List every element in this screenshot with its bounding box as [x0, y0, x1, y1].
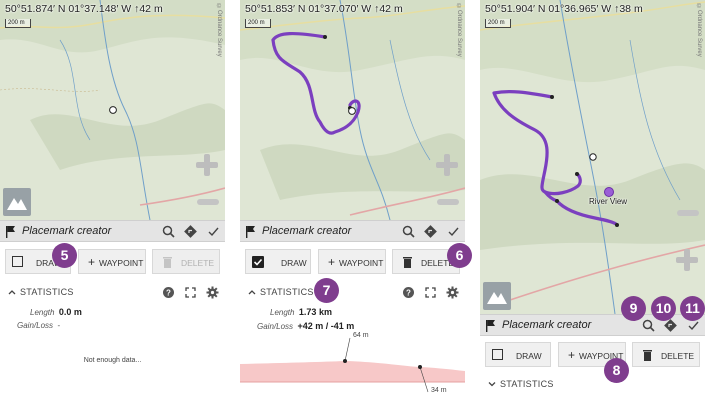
screen-1: 50°51.874′ N 01°37.148′ W ↑42 m 200 m ©O… [0, 0, 225, 400]
flag-icon [486, 320, 495, 332]
statistics-label: STATISTICS [260, 287, 314, 297]
toolbar-title: Placemark creator [262, 225, 352, 237]
zoom-in-icon[interactable] [195, 153, 219, 177]
elevation-max-label: 64 m [353, 332, 369, 339]
scale-bar: 200 m [5, 19, 31, 28]
toolbar-title: Placemark creator [502, 319, 592, 331]
svg-text:?: ? [166, 289, 171, 298]
chevron-down-icon[interactable] [487, 379, 497, 389]
gainloss-stat: Gain/Loss - [17, 321, 61, 330]
gainloss-stat: Gain/Loss +42 m / -41 m [257, 321, 355, 331]
scale-bar: 200 m [245, 19, 271, 28]
map-view[interactable]: 50°51.904′ N 01°36.965′ W ↑38 m 200 m ©O… [480, 0, 705, 314]
help-icon[interactable]: ? [402, 286, 415, 299]
coordinates-readout: 50°51.904′ N 01°36.965′ W ↑38 m [485, 3, 643, 15]
waypoint-button[interactable]: + WAYPOINT [318, 249, 386, 274]
coordinates-readout: 50°51.874′ N 01°37.148′ W ↑42 m [5, 3, 163, 15]
map-attribution: ©Ordnance Survey [696, 4, 702, 57]
fullscreen-icon[interactable] [184, 286, 197, 299]
plus-icon: + [328, 255, 336, 269]
callout-badge: 7 [314, 278, 339, 303]
check-icon[interactable] [447, 225, 460, 238]
coordinates-readout: 50°51.853′ N 01°37.070′ W ↑42 m [245, 3, 403, 15]
action-buttons: DRAW + WAYPOINT DELETE [480, 342, 705, 368]
gear-icon[interactable] [206, 286, 219, 299]
map-terrain [480, 0, 705, 314]
map-attribution: ©Ordnance Survey [216, 4, 222, 57]
chevron-up-icon[interactable] [247, 287, 257, 297]
callout-badge: 11 [680, 296, 705, 321]
action-buttons: DRAW + WAYPOINT DELETE [0, 249, 225, 275]
callout-badge: 8 [604, 358, 629, 383]
callout-badge: 9 [621, 296, 646, 321]
statistics-label: STATISTICS [500, 379, 554, 389]
placemark-toolbar: Placemark creator [240, 220, 465, 242]
waypoint-label[interactable]: River View [589, 197, 627, 206]
flag-icon [246, 226, 255, 238]
trash-icon [163, 257, 172, 268]
delete-button[interactable]: DELETE [152, 249, 220, 274]
zoom-in-icon[interactable] [675, 248, 699, 272]
action-buttons: DRAW + WAYPOINT DELETE [240, 249, 465, 275]
route-icon[interactable] [424, 225, 437, 238]
help-icon[interactable]: ? [162, 286, 175, 299]
scale-bar: 200 m [485, 19, 511, 28]
elevation-min-label: 34 m [431, 387, 447, 394]
search-icon[interactable] [642, 319, 655, 332]
delete-label: DELETE [181, 258, 215, 268]
draw-label: DRAW [281, 258, 307, 268]
waypoint-button[interactable]: + WAYPOINT [78, 249, 146, 274]
toolbar-title: Placemark creator [22, 225, 112, 237]
statistics-header[interactable]: STATISTICS ? [0, 284, 225, 302]
trash-icon [403, 257, 412, 268]
fullscreen-icon[interactable] [424, 286, 437, 299]
callout-badge: 5 [52, 243, 77, 268]
checkbox-icon[interactable] [252, 256, 264, 268]
map-terrain [0, 0, 225, 220]
delete-button[interactable]: DELETE [632, 342, 700, 367]
zoom-out-icon[interactable] [677, 210, 699, 216]
draw-button[interactable]: DRAW [245, 249, 311, 274]
zoom-out-icon[interactable] [437, 199, 459, 205]
waypoint-label: WAYPOINT [99, 258, 144, 268]
length-stat: Length 1.73 km [270, 307, 332, 317]
flag-icon [6, 226, 15, 238]
map-view[interactable]: 50°51.874′ N 01°37.148′ W ↑42 m 200 m ©O… [0, 0, 225, 220]
delete-label: DELETE [661, 351, 695, 361]
map-terrain [240, 0, 465, 220]
statistics-header[interactable]: STATISTICS ? [240, 284, 465, 302]
app-logo-icon[interactable] [483, 282, 511, 310]
map-view[interactable]: 50°51.853′ N 01°37.070′ W ↑42 m 200 m ©O… [240, 0, 465, 220]
checkbox-icon[interactable] [12, 256, 23, 267]
svg-text:?: ? [406, 289, 411, 298]
waypoint-icon [604, 187, 614, 197]
screen-2: 50°51.853′ N 01°37.070′ W ↑42 m 200 m ©O… [240, 0, 465, 400]
draw-label: DRAW [516, 351, 542, 361]
checkbox-icon[interactable] [492, 349, 503, 360]
plus-icon: + [568, 348, 576, 362]
placemark-toolbar: Placemark creator [0, 220, 225, 242]
draw-button[interactable]: DRAW [485, 342, 551, 367]
route-icon[interactable] [184, 225, 197, 238]
map-attribution: ©Ordnance Survey [456, 4, 462, 57]
callout-badge: 6 [447, 243, 472, 268]
route-icon[interactable] [664, 319, 677, 332]
waypoint-label: WAYPOINT [339, 258, 384, 268]
zoom-in-icon[interactable] [435, 153, 459, 177]
statistics-header[interactable]: STATISTICS [480, 376, 705, 394]
gear-icon[interactable] [446, 286, 459, 299]
statistics-label: STATISTICS [20, 287, 74, 297]
callout-badge: 10 [651, 296, 676, 321]
no-data-message: Not enough data... [83, 357, 142, 364]
search-icon[interactable] [162, 225, 175, 238]
plus-icon: + [88, 255, 96, 269]
search-icon[interactable] [402, 225, 415, 238]
check-icon[interactable] [207, 225, 220, 238]
app-logo-icon[interactable] [3, 188, 31, 216]
trash-icon [643, 350, 652, 361]
zoom-out-icon[interactable] [197, 199, 219, 205]
screen-3: 50°51.904′ N 01°36.965′ W ↑38 m 200 m ©O… [480, 0, 705, 400]
chevron-up-icon[interactable] [7, 287, 17, 297]
length-stat: Length 0.0 m [30, 307, 82, 317]
